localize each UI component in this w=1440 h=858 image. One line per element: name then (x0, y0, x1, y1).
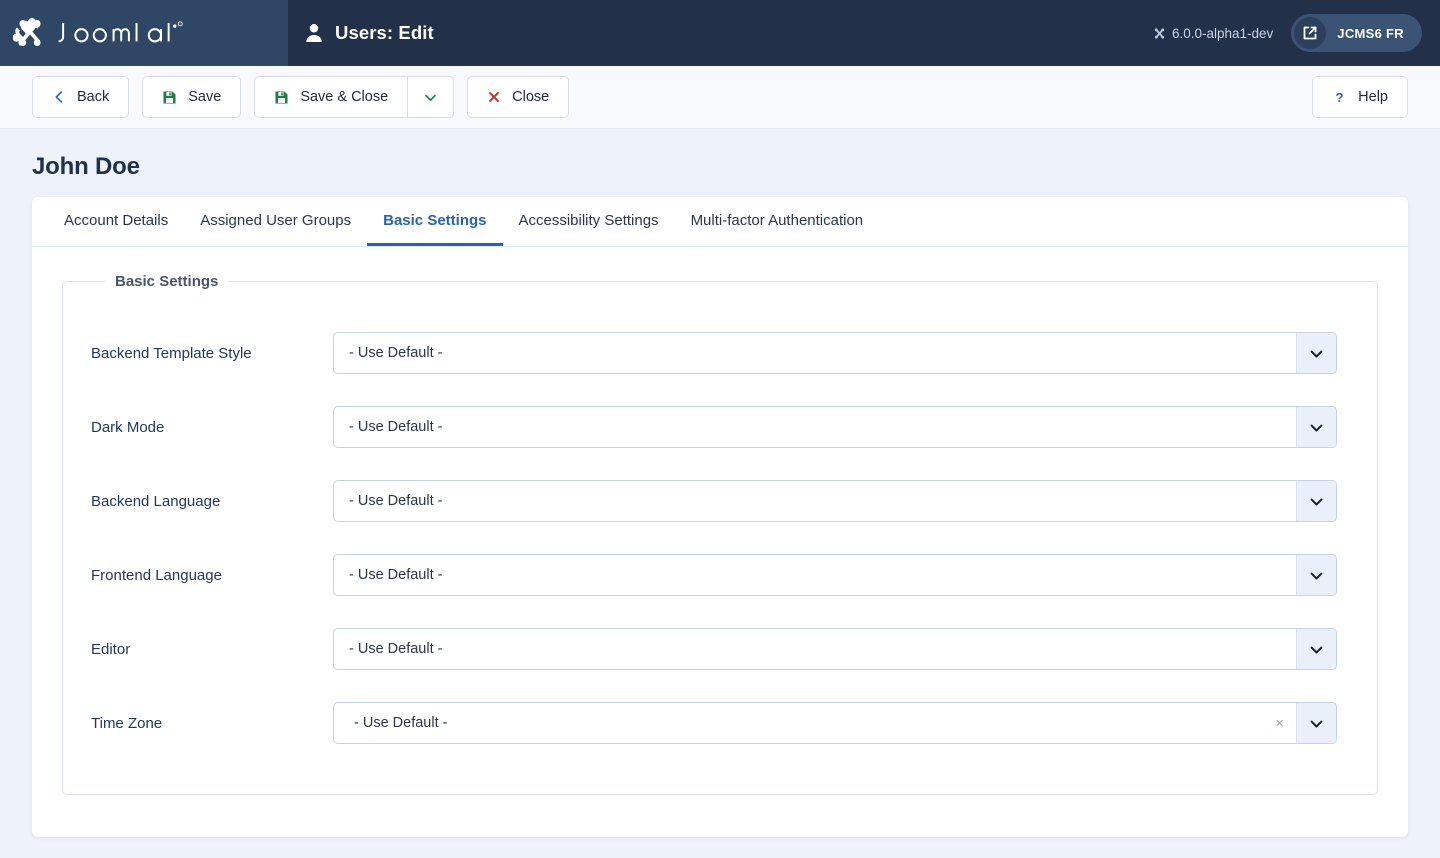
chevron-left-icon (52, 90, 66, 104)
help-button[interactable]: ? Help (1312, 76, 1408, 118)
label-frontend-language: Frontend Language (91, 566, 222, 584)
close-button-label: Close (512, 89, 550, 105)
label-editor: Editor (91, 640, 131, 658)
editor-toolbar: Back Save Save & Close Close ? Help (0, 66, 1440, 129)
tab-account-details[interactable]: Account Details (48, 197, 184, 246)
edit-user-card: Account Details Assigned User Groups Bas… (32, 197, 1408, 837)
basic-settings-panel: Basic Settings Backend Template Style - … (32, 247, 1408, 837)
control-time-zone: - Use Default - × (333, 702, 1337, 744)
save-floppy-icon (162, 90, 177, 105)
control-editor: - Use Default - (333, 628, 1337, 670)
field-row-editor: Editor - Use Default - (91, 612, 1337, 686)
header-right-area: 6.0.0-alpha1-dev JCMS6 FR (1153, 0, 1440, 66)
save-and-close-button[interactable]: Save & Close (254, 76, 408, 118)
select-frontend-language[interactable]: - Use Default - (333, 554, 1337, 596)
version-indicator: 6.0.0-alpha1-dev (1153, 26, 1273, 41)
save-and-close-label: Save & Close (300, 89, 389, 105)
field-row-backend-language: Backend Language - Use Default - (91, 464, 1337, 538)
control-backend-language: - Use Default - (333, 480, 1337, 522)
field-row-frontend-language: Frontend Language - Use Default - (91, 538, 1337, 612)
control-backend-template-style: - Use Default - (333, 332, 1337, 374)
joomla-home-link[interactable] (13, 16, 210, 50)
label-dark-mode: Dark Mode (91, 418, 165, 436)
tab-basic-settings[interactable]: Basic Settings (367, 197, 503, 246)
page-header-title: Users: Edit (335, 22, 434, 43)
clear-selection-icon[interactable]: × (1269, 716, 1296, 731)
field-row-time-zone: Time Zone - Use Default - × (91, 686, 1337, 760)
chevron-down-icon[interactable] (1296, 333, 1336, 373)
help-button-label: Help (1358, 89, 1388, 105)
label-backend-template-style: Backend Template Style (91, 344, 252, 362)
external-link-icon (1294, 17, 1327, 49)
save-button-label: Save (188, 89, 222, 105)
select-editor[interactable]: - Use Default - (333, 628, 1337, 670)
select-backend-language-value: - Use Default - (349, 493, 443, 509)
version-label: 6.0.0-alpha1-dev (1171, 25, 1274, 41)
chevron-down-icon[interactable] (1296, 555, 1336, 595)
label-backend-language: Backend Language (91, 492, 221, 510)
select-backend-template-style[interactable]: - Use Default - (333, 332, 1337, 374)
select-backend-language[interactable]: - Use Default - (333, 480, 1337, 522)
save-options-dropdown-button[interactable] (407, 76, 455, 118)
toolbar-help-area: ? Help (1312, 76, 1408, 118)
back-button[interactable]: Back (32, 76, 130, 118)
chevron-down-icon[interactable] (1296, 407, 1336, 447)
save-button[interactable]: Save (142, 76, 242, 118)
joomla-mark-icon (1154, 27, 1165, 39)
label-time-zone: Time Zone (91, 714, 163, 732)
basic-settings-legend: Basic Settings (115, 273, 219, 290)
control-dark-mode: - Use Default - (333, 406, 1337, 448)
page-body: John Doe Account Details Assigned User G… (0, 129, 1440, 837)
close-button[interactable]: Close (467, 76, 570, 118)
visit-site-label: JCMS6 FR (1337, 25, 1404, 41)
brand-logo-area[interactable] (0, 0, 288, 66)
app-header: Users: Edit 6.0.0-alpha1-dev JCMS6 FR (0, 0, 1440, 66)
save-floppy-icon (274, 90, 289, 105)
chevron-down-icon[interactable] (1296, 481, 1336, 521)
header-title-area: Users: Edit (288, 0, 1153, 66)
back-button-label: Back (77, 89, 110, 105)
select-time-zone-value: - Use Default - (354, 715, 448, 731)
page-title: John Doe (32, 153, 140, 180)
select-dark-mode[interactable]: - Use Default - (333, 406, 1337, 448)
user-icon (306, 24, 322, 42)
chevron-down-icon (423, 90, 438, 105)
close-x-icon (487, 90, 501, 104)
field-row-backend-template-style: Backend Template Style - Use Default - (91, 316, 1337, 390)
toolbar-button-group: Back Save Save & Close Close (32, 76, 570, 118)
select-frontend-language-value: - Use Default - (349, 567, 443, 583)
tab-multi-factor-authentication[interactable]: Multi-factor Authentication (675, 197, 880, 246)
select-backend-template-style-value: - Use Default - (349, 345, 443, 361)
save-close-group: Save & Close (254, 76, 455, 118)
chevron-down-icon[interactable] (1296, 629, 1336, 669)
select-time-zone[interactable]: - Use Default - × (333, 702, 1337, 744)
question-mark-icon: ? (1332, 90, 1347, 105)
tab-accessibility-settings[interactable]: Accessibility Settings (503, 197, 675, 246)
select-dark-mode-value: - Use Default - (349, 419, 443, 435)
tab-assigned-user-groups[interactable]: Assigned User Groups (184, 197, 367, 246)
visit-site-button[interactable]: JCMS6 FR (1291, 14, 1422, 52)
basic-settings-fieldset: Basic Settings Backend Template Style - … (62, 273, 1378, 795)
joomla-wordmark-icon (58, 21, 183, 43)
joomla-logo-icon (13, 17, 41, 46)
select-editor-value: - Use Default - (349, 641, 443, 657)
control-frontend-language: - Use Default - (333, 554, 1337, 596)
field-row-dark-mode: Dark Mode - Use Default - (91, 390, 1337, 464)
chevron-down-icon[interactable] (1296, 703, 1336, 743)
svg-text:?: ? (1336, 90, 1344, 105)
edit-user-tabs: Account Details Assigned User Groups Bas… (32, 197, 1408, 247)
